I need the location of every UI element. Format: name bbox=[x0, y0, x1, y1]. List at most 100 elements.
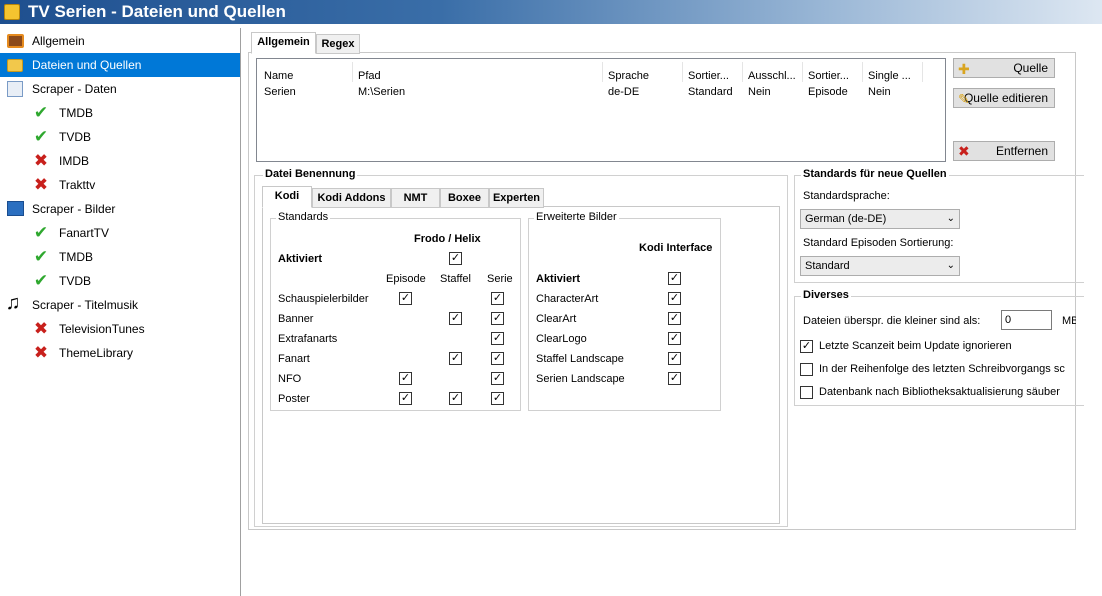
sidebar-item-televisiontunes[interactable]: ✖ TelevisionTunes bbox=[0, 317, 240, 341]
column-header-path[interactable]: Pfad bbox=[358, 70, 381, 82]
sidebar-item-scraper-daten[interactable]: Scraper - Daten bbox=[0, 77, 240, 101]
nfo-episode-checkbox[interactable]: ✓ bbox=[399, 372, 412, 385]
tab-allgemein[interactable]: Allgemein bbox=[251, 32, 316, 54]
cross-icon: ✖ bbox=[33, 343, 49, 362]
clean-database-checkbox[interactable] bbox=[800, 386, 813, 399]
poster-episode-checkbox[interactable]: ✓ bbox=[399, 392, 412, 405]
ignore-last-scan-label: Letzte Scanzeit beim Update ignorieren bbox=[819, 340, 1012, 352]
poster-season-checkbox[interactable]: ✓ bbox=[449, 392, 462, 405]
music-icon: ♫ bbox=[5, 292, 21, 314]
skip-size-input[interactable]: 0 bbox=[1001, 310, 1052, 330]
sidebar-item-tmdb-data[interactable]: ✔ TMDB bbox=[0, 101, 240, 125]
column-header-sorting[interactable]: Sortier... bbox=[688, 70, 729, 82]
column-header-name[interactable]: Name bbox=[264, 70, 293, 82]
column-header-exclude[interactable]: Ausschl... bbox=[748, 70, 796, 82]
add-source-button[interactable]: ✚ Quelle bbox=[953, 58, 1055, 78]
actorthumbs-episode-checkbox[interactable]: ✓ bbox=[399, 292, 412, 305]
sidebar-item-imdb[interactable]: ✖ IMDB bbox=[0, 149, 240, 173]
table-cell: Nein bbox=[868, 86, 891, 98]
misc-group-title: Diverses bbox=[801, 289, 851, 301]
season-landscape-checkbox[interactable]: ✓ bbox=[668, 352, 681, 365]
activated-label: Aktiviert bbox=[278, 253, 323, 265]
write-order-checkbox[interactable] bbox=[800, 363, 813, 376]
clearlogo-checkbox[interactable]: ✓ bbox=[668, 332, 681, 345]
column-divider bbox=[682, 62, 683, 82]
new-source-defaults-title: Standards für neue Quellen bbox=[801, 168, 949, 180]
series-column-label: Serie bbox=[487, 273, 513, 285]
row-label-extrafanarts: Extrafanarts bbox=[278, 333, 338, 345]
table-cell: Serien bbox=[264, 86, 296, 98]
frodo-helix-header: Frodo / Helix bbox=[414, 233, 481, 245]
tab-experten[interactable]: Experten bbox=[489, 188, 544, 208]
skip-size-label: Dateien überspr. die kleiner sind als: bbox=[803, 315, 981, 327]
remove-source-button[interactable]: ✖ Entfernen bbox=[953, 141, 1055, 161]
activated-checkbox[interactable]: ✓ bbox=[449, 252, 462, 265]
sidebar-item-scraper-bilder[interactable]: Scraper - Bilder bbox=[0, 197, 240, 221]
column-divider bbox=[352, 62, 353, 82]
characterart-checkbox[interactable]: ✓ bbox=[668, 292, 681, 305]
sidebar-item-tvdb-images[interactable]: ✔ TVDB bbox=[0, 269, 240, 293]
tab-kodi-addons[interactable]: Kodi Addons bbox=[312, 188, 391, 208]
poster-series-checkbox[interactable]: ✓ bbox=[491, 392, 504, 405]
folder-icon bbox=[7, 59, 23, 72]
series-landscape-checkbox[interactable]: ✓ bbox=[668, 372, 681, 385]
row-label-fanart: Fanart bbox=[278, 353, 310, 365]
chevron-down-icon: ⌄ bbox=[946, 213, 955, 224]
row-label-poster: Poster bbox=[278, 393, 310, 405]
sidebar-item-themelibrary[interactable]: ✖ ThemeLibrary bbox=[0, 341, 240, 365]
ignore-last-scan-checkbox[interactable]: ✓ bbox=[800, 340, 813, 353]
actorthumbs-series-checkbox[interactable]: ✓ bbox=[491, 292, 504, 305]
tab-boxee[interactable]: Boxee bbox=[440, 188, 489, 208]
sidebar-item-allgemein[interactable]: Allgemein bbox=[0, 29, 240, 53]
default-episode-sort-select[interactable]: Standard ⌄ bbox=[800, 256, 960, 276]
check-icon: ✔ bbox=[33, 223, 49, 242]
column-divider bbox=[602, 62, 603, 82]
sidebar-item-trakttv[interactable]: ✖ Trakttv bbox=[0, 173, 240, 197]
sidebar-item-tmdb-images[interactable]: ✔ TMDB bbox=[0, 245, 240, 269]
fanart-season-checkbox[interactable]: ✓ bbox=[449, 352, 462, 365]
cross-icon: ✖ bbox=[33, 175, 49, 194]
tab-kodi[interactable]: Kodi bbox=[262, 186, 312, 208]
check-icon: ✔ bbox=[33, 271, 49, 290]
extended-images-group-title: Erweiterte Bilder bbox=[534, 211, 619, 223]
sidebar-item-scraper-titelmusik[interactable]: ♫ Scraper - Titelmusik bbox=[0, 293, 240, 317]
clean-database-label: Datenbank nach Bibliotheksaktualisierung… bbox=[819, 386, 1060, 398]
nfo-series-checkbox[interactable]: ✓ bbox=[491, 372, 504, 385]
clearart-checkbox[interactable]: ✓ bbox=[668, 312, 681, 325]
sidebar-item-dateien-und-quellen[interactable]: Dateien und Quellen bbox=[0, 53, 240, 77]
row-label-nfo: NFO bbox=[278, 373, 302, 385]
column-header-single[interactable]: Single ... bbox=[868, 70, 911, 82]
tab-regex[interactable]: Regex bbox=[316, 34, 360, 54]
row-label-clearlogo: ClearLogo bbox=[536, 333, 587, 345]
episode-column-label: Episode bbox=[386, 273, 426, 285]
tab-nmt[interactable]: NMT bbox=[391, 188, 440, 208]
chevron-down-icon: ⌄ bbox=[946, 260, 955, 271]
row-label-clearart: ClearArt bbox=[536, 313, 577, 325]
column-header-episode-sorting[interactable]: Sortier... bbox=[808, 70, 849, 82]
row-label-actorthumbs: Schauspielerbilder bbox=[278, 293, 369, 305]
column-header-language[interactable]: Sprache bbox=[608, 70, 649, 82]
skip-size-unit: MB bbox=[1062, 315, 1076, 327]
edit-source-button[interactable]: ✎ Quelle editieren bbox=[953, 88, 1055, 108]
table-cell: de-DE bbox=[608, 86, 640, 98]
add-folder-icon: ✚ bbox=[958, 61, 970, 77]
default-language-select[interactable]: German (de-DE) ⌄ bbox=[800, 209, 960, 229]
column-divider bbox=[742, 62, 743, 82]
extrafanarts-series-checkbox[interactable]: ✓ bbox=[491, 332, 504, 345]
fanart-series-checkbox[interactable]: ✓ bbox=[491, 352, 504, 365]
banner-series-checkbox[interactable]: ✓ bbox=[491, 312, 504, 325]
banner-season-checkbox[interactable]: ✓ bbox=[449, 312, 462, 325]
check-icon: ✔ bbox=[33, 247, 49, 266]
cross-icon: ✖ bbox=[958, 143, 970, 159]
table-cell: M:\Serien bbox=[358, 86, 406, 98]
table-cell: Nein bbox=[748, 86, 771, 98]
write-order-label: In der Reihenfolge des letzten Schreibvo… bbox=[819, 363, 1065, 375]
sidebar-item-fanarttv[interactable]: ✔ FanartTV bbox=[0, 221, 240, 245]
row-label-season-landscape: Staffel Landscape bbox=[536, 353, 624, 365]
extended-activated-checkbox[interactable]: ✓ bbox=[668, 272, 681, 285]
sidebar-item-tvdb-data[interactable]: ✔ TVDB bbox=[0, 125, 240, 149]
tv-icon bbox=[7, 34, 24, 48]
window-title: TV Serien - Dateien und Quellen bbox=[28, 2, 286, 21]
row-label-banner: Banner bbox=[278, 313, 314, 325]
kodi-interface-header: Kodi Interface bbox=[639, 242, 713, 254]
